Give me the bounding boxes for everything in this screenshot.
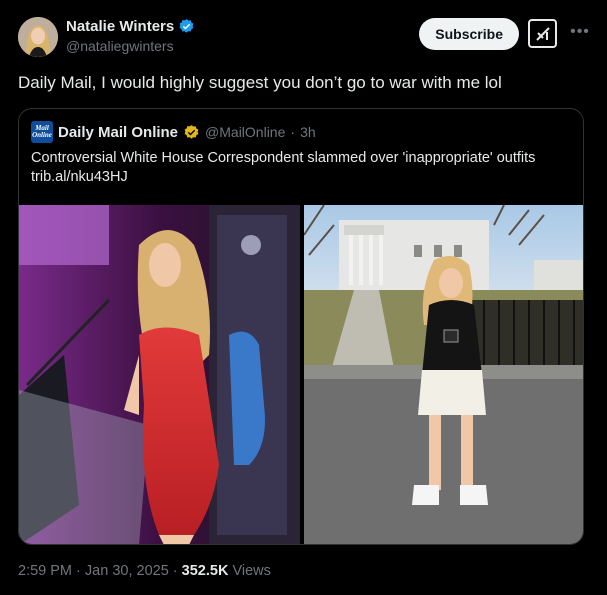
quoted-author-name: Daily Mail Online (58, 123, 179, 141)
quoted-tweet-media (19, 205, 583, 544)
author-handle[interactable]: @nataliegwinters (66, 38, 195, 54)
grok-icon[interactable] (528, 19, 557, 48)
verified-badge-icon (178, 18, 195, 35)
quoted-author-handle: @MailOnline (205, 124, 286, 140)
separator: · (76, 563, 81, 579)
photo-podium[interactable] (19, 205, 300, 544)
daily-mail-logo: Mail Online (31, 121, 53, 143)
tweet-text: Daily Mail, I would highly suggest you d… (18, 73, 502, 92)
tweet-header: Natalie Winters @nataliegwinters Subscri… (18, 16, 593, 60)
photo-white-house[interactable] (304, 205, 583, 544)
views-count: 352.5K (181, 563, 229, 579)
quoted-tweet[interactable]: Mail Online Daily Mail Online @MailOnlin… (18, 108, 584, 545)
logo-text-online: Online (32, 131, 52, 139)
author-display-name[interactable]: Natalie Winters (66, 18, 174, 35)
subscribe-button[interactable]: Subscribe (419, 18, 519, 50)
more-icon[interactable]: ••• (567, 22, 593, 42)
quoted-tweet-time: 3h (300, 124, 316, 140)
tweet-meta: 2:59 PM · Jan 30, 2025 · 352.5K Views (18, 563, 271, 579)
quoted-tweet-header: Mail Online Daily Mail Online @MailOnlin… (31, 121, 316, 143)
views-label: Views (232, 563, 271, 579)
avatar[interactable] (18, 17, 58, 57)
tweet-date[interactable]: Jan 30, 2025 (85, 563, 169, 579)
author-info: Natalie Winters @nataliegwinters (66, 18, 195, 54)
quoted-tweet-text: Controversial White House Correspondent … (31, 150, 536, 185)
separator: · (290, 124, 296, 140)
tweet-time[interactable]: 2:59 PM (18, 563, 72, 579)
separator: · (172, 563, 178, 579)
verified-badge-icon (183, 124, 200, 141)
